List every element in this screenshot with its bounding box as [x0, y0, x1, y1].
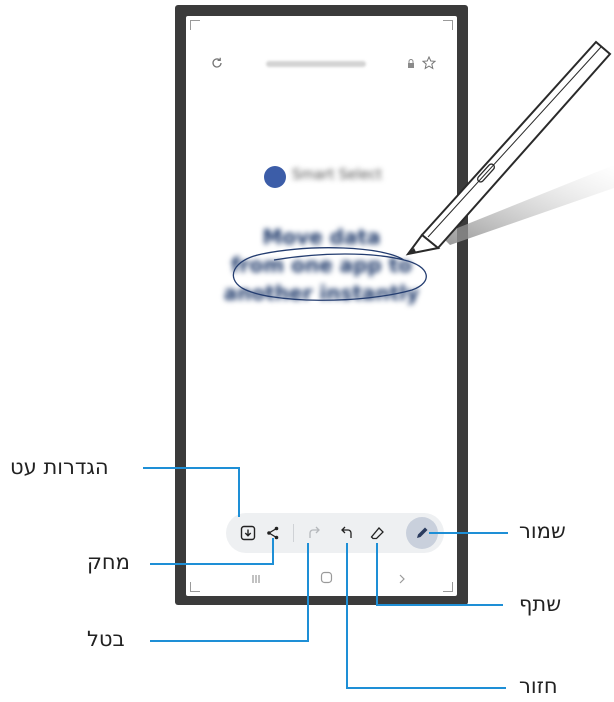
pen-toolbar — [226, 513, 444, 553]
label-eraser: מחק — [87, 550, 130, 574]
leader-share — [376, 543, 378, 606]
s-pen-illustration — [405, 40, 614, 256]
leader-share — [376, 604, 503, 606]
leader-pen-settings — [238, 467, 240, 517]
back-button[interactable] — [396, 570, 408, 584]
save-button[interactable] — [238, 523, 258, 543]
label-redo: חזור — [519, 674, 558, 698]
leader-eraser — [272, 538, 274, 565]
redo-button[interactable] — [304, 523, 324, 543]
leader-save — [429, 532, 508, 534]
back-icon — [399, 574, 405, 584]
undo-button[interactable] — [337, 523, 357, 543]
toolbar-divider — [293, 524, 294, 542]
system-nav-bar — [186, 564, 457, 590]
leader-eraser — [150, 563, 273, 565]
pen-icon — [417, 527, 428, 538]
label-pen-settings: הגדרות עט — [10, 455, 109, 479]
url-text[interactable] — [266, 61, 366, 67]
leader-pen-settings — [143, 467, 239, 469]
home-button[interactable] — [320, 569, 333, 584]
corner-mark — [190, 20, 200, 30]
leader-redo — [346, 687, 506, 689]
eraser-icon — [370, 526, 384, 539]
leader-undo — [307, 543, 309, 642]
recent-apps-button[interactable] — [250, 570, 262, 583]
recent-apps-icon — [252, 575, 260, 583]
leader-redo — [346, 543, 348, 689]
app-badge-icon — [264, 166, 286, 188]
label-save: שמור — [519, 519, 566, 543]
label-undo: בטל — [87, 627, 125, 651]
undo-icon — [341, 526, 352, 538]
save-icon — [240, 525, 256, 541]
eraser-button[interactable] — [367, 523, 387, 543]
label-share: שתף — [519, 592, 562, 616]
redo-icon — [309, 526, 320, 538]
leader-undo — [150, 640, 309, 642]
app-badge-label: Smart Select — [292, 167, 382, 183]
home-icon — [320, 571, 333, 584]
refresh-icon[interactable] — [210, 56, 224, 70]
corner-mark — [443, 20, 453, 30]
